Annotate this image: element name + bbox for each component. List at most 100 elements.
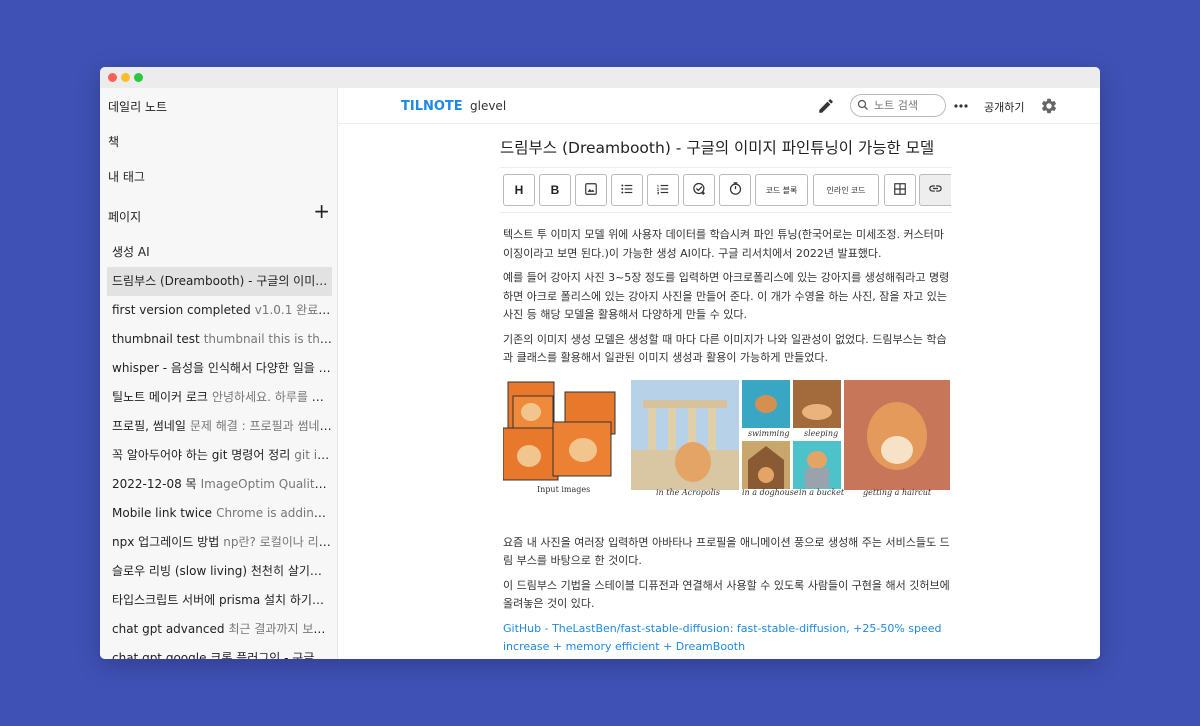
app-window: 데일리 노트 책 내 태그 페이지 + 생성 AI 드림부스 (Dreamboot… — [100, 67, 1100, 659]
sidebar-page-item[interactable]: chat gpt google 크롬 플러그인 - 구글 검색 결과 — [107, 644, 332, 659]
sidebar-page-item[interactable]: npx 업그레이드 방법 np란? 로컬이나 리모트 — [107, 528, 332, 557]
page-item-title: 타입스크립트 서버에 prisma 설치 하기 — [112, 593, 312, 607]
sidebar: 데일리 노트 책 내 태그 페이지 + 생성 AI 드림부스 (Dreamboot… — [100, 88, 338, 659]
sidebar-page-item[interactable]: first version completedv1.0.1 완료 더 작게 시작… — [107, 296, 332, 325]
checklist-button[interactable] — [683, 174, 715, 206]
numbered-list-icon — [656, 182, 670, 199]
paragraph: 텍스트 투 이미지 모델 위에 사용자 데이터를 학습시켜 파인 튜닝(한국어로… — [503, 228, 944, 260]
dreambooth-figure: Input images in the Acropolis swimming s… — [503, 379, 950, 520]
sidebar-page-item[interactable]: thumbnail testthumbnail this is thumbnai… — [107, 325, 332, 354]
sidebar-page-item[interactable]: 프로필, 썸네일문제 해결 : 프로필과 썸네일 이미지 — [107, 412, 332, 441]
caption-bucket: in a bucket — [799, 487, 845, 497]
timer-button[interactable] — [719, 174, 751, 206]
haircut-image — [844, 379, 950, 490]
sidebar-page-item[interactable]: 틸노트 메이커 로크안녕하세요. 하루를 기록합니다 — [107, 383, 332, 412]
username[interactable]: glevel — [470, 99, 506, 113]
sidebar-page-item[interactable]: chat gpt advanced최근 결과까지 보여주는 확장 — [107, 615, 332, 644]
caption-acropolis: in the Acropolis — [656, 487, 720, 497]
swimming-image — [742, 379, 790, 428]
heading-button[interactable]: H — [503, 174, 535, 206]
page-item-title: 프로필, 썸네일 — [112, 419, 186, 433]
more-icon[interactable] — [951, 96, 971, 116]
numbered-list-button[interactable] — [647, 174, 679, 206]
paragraph: 기존의 이미지 생성 모델은 생성할 때 마다 다른 이미지가 나와 일관성이 … — [503, 332, 947, 365]
search-box[interactable] — [850, 94, 946, 117]
page-item-title: 드림부스 (Dreambooth) - 구글의 이미지 파인튜닝이 가능한 모델 — [112, 274, 332, 288]
github-link[interactable]: GitHub - TheLastBen/fast-stable-diffusio… — [503, 620, 950, 657]
pencil-icon[interactable] — [816, 96, 836, 116]
page-item-title: whisper - 음성을 인식해서 다양한 일을 할 수 있는 모델 — [112, 361, 332, 375]
brand-logo[interactable]: TILNOTE — [401, 99, 463, 114]
sidebar-pages-header: 페이지 + — [108, 201, 330, 225]
page-item-preview: 최근 결과까지 보여주는 확장 — [228, 622, 332, 636]
page-item-preview: Chrome is adding shortcut — [216, 506, 332, 520]
publish-button[interactable]: 공개하기 — [984, 99, 1024, 115]
input-images — [503, 381, 616, 480]
document-body[interactable]: 텍스트 투 이미지 모델 위에 사용자 데이터를 학습시켜 파인 튜닝(한국어로… — [503, 226, 950, 657]
caption-haircut: getting a haircut — [863, 487, 932, 497]
page-item-preview: np란? 로컬이나 리모트 — [223, 535, 332, 549]
top-bar: TILNOTE glevel 공개하기 — [338, 88, 1100, 124]
page-item-title: 생성 AI — [112, 245, 150, 259]
sidebar-my-tags[interactable]: 내 태그 — [108, 168, 145, 185]
bold-button[interactable]: B — [539, 174, 571, 206]
search-icon — [857, 96, 869, 115]
maximize-window-button[interactable] — [134, 73, 143, 82]
caption-swimming: swimming — [748, 428, 790, 438]
sidebar-page-item[interactable]: 생성 AI — [107, 238, 332, 267]
main-area: TILNOTE glevel 공개하기 드림부스 (Dreambooth) - … — [338, 88, 1100, 659]
page-item-title: chat gpt google 크롬 플러그인 - 구글 검색 결과 — [112, 651, 332, 659]
paragraph: 예를 들어 강아지 사진 3~5장 정도를 입력하면 아크로폴리스에 있는 강아… — [503, 271, 950, 321]
page-item-title: 틸노트 메이커 로크 — [112, 390, 208, 404]
page-item-title: 슬로우 리빙 (slow living) 천천히 살기 — [112, 564, 310, 578]
acropolis-image — [631, 379, 739, 490]
sidebar-book[interactable]: 책 — [108, 133, 119, 150]
page-list: 생성 AI 드림부스 (Dreambooth) - 구글의 이미지 파인튜닝이 가… — [107, 238, 332, 659]
sidebar-page-item[interactable]: 타입스크립트 서버에 prisma 설치 하기(MySQL) — [107, 586, 332, 615]
gear-icon[interactable] — [1039, 96, 1059, 116]
image-icon — [584, 182, 598, 199]
bullet-list-button[interactable] — [611, 174, 643, 206]
editor-toolbar: H B 코드 블록 인라인 코드 — [500, 167, 952, 213]
minimize-window-button[interactable] — [121, 73, 130, 82]
bullet-list-icon — [620, 182, 634, 199]
page-item-title: thumbnail test — [112, 332, 200, 346]
doghouse-image — [742, 440, 790, 489]
caption-input-images: Input images — [537, 484, 591, 494]
sidebar-daily-note[interactable]: 데일리 노트 — [108, 98, 167, 115]
window-titlebar — [100, 67, 1100, 88]
pages-label: 페이지 — [108, 210, 142, 224]
sleeping-image — [793, 379, 841, 428]
figure-illustration — [503, 379, 950, 490]
page-item-title: 2022-12-08 목 — [112, 477, 197, 491]
sidebar-page-item[interactable]: 드림부스 (Dreambooth) - 구글의 이미지 파인튜닝이 가능한 모델 — [107, 267, 332, 296]
page-title[interactable]: 드림부스 (Dreambooth) - 구글의 이미지 파인튜닝이 가능한 모델 — [500, 136, 934, 158]
timer-icon — [728, 181, 743, 199]
checklist-icon — [692, 181, 707, 199]
page-item-title: Mobile link twice — [112, 506, 213, 520]
link-button[interactable] — [919, 174, 951, 206]
page-item-preview: 문제 해결 : 프로필과 썸네일 이미지 — [189, 419, 332, 433]
paragraph: 요즘 내 사진을 여러장 입력하면 아바타나 프로필을 애니메이션 풍으로 생성… — [503, 535, 950, 568]
image-button[interactable] — [575, 174, 607, 206]
caption-sleeping: sleeping — [804, 428, 839, 438]
page-item-preview: v1.0.1 완료 더 작게 시작하라 — [254, 303, 332, 317]
code-block-button[interactable]: 코드 블록 — [755, 174, 808, 206]
sidebar-page-item[interactable]: 2022-12-08 목ImageOptim Quality loss — [107, 470, 332, 499]
inline-code-button[interactable]: 인라인 코드 — [813, 174, 879, 206]
plus-icon[interactable]: + — [313, 201, 330, 221]
page-item-title: npx 업그레이드 방법 — [112, 535, 220, 549]
page-item-preview: git init git add — [294, 448, 332, 462]
search-input[interactable] — [874, 99, 940, 112]
sidebar-page-item[interactable]: 슬로우 리빙 (slow living) 천천히 살기천천히 살기 — [107, 557, 332, 586]
close-window-button[interactable] — [108, 73, 117, 82]
page-item-preview: 안녕하세요. 하루를 기록합니다 — [211, 390, 332, 404]
caption-doghouse: in a doghouse — [742, 487, 799, 497]
table-button[interactable] — [884, 174, 916, 206]
sidebar-page-item[interactable]: 꼭 알아두어야 하는 git 명령어 정리git init git add — [107, 441, 332, 470]
page-item-title: first version completed — [112, 303, 251, 317]
sidebar-page-item[interactable]: whisper - 음성을 인식해서 다양한 일을 할 수 있는 모델 — [107, 354, 332, 383]
link-icon — [928, 181, 943, 199]
sidebar-page-item[interactable]: Mobile link twiceChrome is adding shortc… — [107, 499, 332, 528]
page-item-preview: thumbnail this is thumbnail test — [203, 332, 332, 346]
